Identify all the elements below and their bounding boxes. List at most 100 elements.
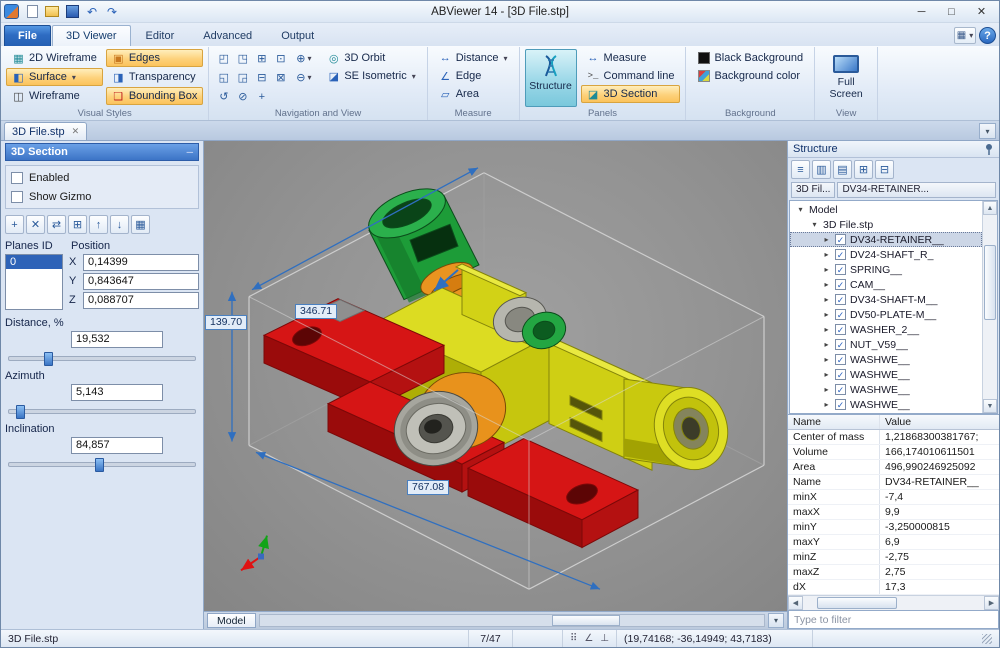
layout-menu-button[interactable]: ▦ ▾ (954, 27, 976, 44)
zoom-in-button[interactable]: ⊕▾ (290, 50, 317, 68)
scroll-right-icon[interactable]: ▶ (984, 596, 999, 610)
visibility-checkbox[interactable] (835, 354, 846, 365)
filter-input[interactable] (788, 610, 999, 629)
3d-orbit-button[interactable]: ◎ 3D Orbit (321, 49, 421, 67)
pan-left-icon[interactable]: ◱ (214, 69, 233, 87)
tree-root-row[interactable]: Model (790, 202, 982, 217)
azimuth-slider[interactable] (8, 409, 196, 414)
layout-expander-icon[interactable]: ▾ (768, 613, 784, 628)
value-column-header[interactable]: Value (880, 415, 999, 429)
property-row[interactable]: minY -3,250000815 (788, 520, 999, 535)
chevron-right-icon[interactable] (822, 265, 831, 274)
ribbon-tab[interactable]: Advanced (189, 25, 266, 46)
property-row[interactable]: maxY 6,9 (788, 535, 999, 550)
property-row[interactable]: Volume 166,174010611501 (788, 445, 999, 460)
visibility-checkbox[interactable] (835, 369, 846, 380)
property-row[interactable]: Area 496,990246925092 (788, 460, 999, 475)
pan-right-icon[interactable]: ◲ (233, 69, 252, 87)
flip-plane-icon[interactable]: ⇄ (47, 215, 66, 234)
resize-grip[interactable] (982, 634, 992, 644)
plane-grid-icon[interactable]: ▦ (131, 215, 150, 234)
zoom-extents-icon[interactable]: ⊡ (271, 50, 290, 68)
pin-icon[interactable] (984, 143, 994, 156)
chevron-right-icon[interactable] (822, 370, 831, 379)
expand-all-icon[interactable]: ⊞ (854, 160, 873, 179)
ribbon-tab[interactable]: Output (267, 25, 328, 46)
chevron-right-icon[interactable] (822, 340, 831, 349)
visibility-checkbox[interactable] (835, 324, 846, 335)
model-tab[interactable]: Model (207, 613, 256, 628)
zoom-window-icon[interactable]: ⊞ (252, 50, 271, 68)
measure-area-button[interactable]: ▱ Area (433, 85, 514, 103)
distance-input[interactable]: 19,532 (71, 331, 163, 348)
chevron-right-icon[interactable] (822, 280, 831, 289)
chevron-down-icon[interactable] (810, 220, 819, 229)
planes-list[interactable]: 0 (5, 254, 63, 310)
scroll-left-icon[interactable]: ◀ (788, 596, 803, 610)
visibility-checkbox[interactable] (835, 264, 846, 275)
3d-section-button[interactable]: ◪ 3D Section (581, 85, 681, 103)
show-gizmo-checkbox[interactable] (11, 191, 23, 203)
slider-thumb[interactable] (16, 405, 25, 419)
slider-thumb[interactable] (95, 458, 104, 472)
ribbon-tab[interactable]: File (4, 25, 51, 46)
minimize-button[interactable]: ─ (907, 3, 936, 21)
property-row[interactable]: minZ -2,75 (788, 550, 999, 565)
tree-item[interactable]: WASHWE__ (790, 382, 982, 397)
scrollbar-thumb[interactable] (984, 245, 996, 320)
wireframe-button[interactable]: ◫ Wireframe (6, 87, 103, 105)
x-position-input[interactable]: 0,14399 (83, 254, 199, 271)
properties-scrollbar[interactable]: ◀ ▶ (788, 595, 999, 610)
tree-item[interactable]: DV34-SHAFT-M__ (790, 292, 982, 307)
measure-edge-button[interactable]: ∠ Edge (433, 67, 514, 85)
y-position-input[interactable]: 0,843647 (83, 273, 199, 290)
command-line-button[interactable]: >_ Command line (581, 67, 681, 85)
refresh-view-icon[interactable]: ↺ (214, 88, 233, 106)
move-up-icon[interactable]: ↑ (89, 215, 108, 234)
tree-item[interactable]: SPRING__ (790, 262, 982, 277)
property-row[interactable]: maxX 9,9 (788, 505, 999, 520)
scrollbar-thumb[interactable] (817, 597, 897, 609)
measure-distance-button[interactable]: ↔ Distance ▾ (433, 49, 514, 67)
tree-item[interactable]: WASHER_2__ (790, 322, 982, 337)
panel-collapse-icon[interactable]: ─ (187, 147, 193, 157)
layout-scrollbar[interactable] (259, 614, 765, 627)
document-tab[interactable]: 3D File.stp ✕ (4, 122, 87, 140)
ribbon-tab[interactable]: 3D Viewer (52, 25, 131, 46)
breadcrumb-current[interactable]: DV34-RETAINER... (837, 182, 996, 198)
move-down-icon[interactable]: ↓ (110, 215, 129, 234)
tree-item[interactable]: CAM__ (790, 277, 982, 292)
azimuth-input[interactable]: 5,143 (71, 384, 163, 401)
z-position-input[interactable]: 0,088707 (83, 292, 199, 309)
zoom-all-icon[interactable]: ⊠ (271, 69, 290, 87)
inclination-slider[interactable] (8, 462, 196, 467)
tab-close-icon[interactable]: ✕ (72, 126, 80, 137)
chevron-right-icon[interactable] (822, 250, 831, 259)
disable-clip-icon[interactable]: ⊘ (233, 88, 252, 106)
chevron-right-icon[interactable] (822, 400, 831, 409)
show-gizmo-checkbox-row[interactable]: Show Gizmo (11, 189, 193, 204)
surface-button[interactable]: ◧ Surface ▾ (6, 68, 103, 86)
plane-list-item[interactable]: 0 (6, 255, 62, 269)
tree-item[interactable]: DV24-SHAFT_R_ (790, 247, 982, 262)
background-color-button[interactable]: Background color (691, 67, 809, 85)
chevron-right-icon[interactable] (822, 295, 831, 304)
scrollbar-thumb[interactable] (552, 615, 620, 626)
visibility-checkbox[interactable] (835, 339, 846, 350)
bounding-box-button[interactable]: ❑ Bounding Box (106, 87, 204, 105)
tree-item[interactable]: WASHER (790, 412, 982, 413)
redo-icon[interactable]: ↷ (103, 3, 121, 21)
chevron-down-icon[interactable] (796, 205, 805, 214)
tree-item[interactable]: NUT_V59__ (790, 337, 982, 352)
hand-pan-icon[interactable]: + (252, 88, 271, 106)
tree-item[interactable]: WASHWE__ (790, 397, 982, 412)
align-plane-icon[interactable]: ⊞ (68, 215, 87, 234)
tree-item[interactable]: WASHWE__ (790, 367, 982, 382)
delete-plane-icon[interactable]: ✕ (26, 215, 45, 234)
visibility-checkbox[interactable] (835, 309, 846, 320)
help-button[interactable]: ? (979, 27, 996, 44)
name-column-header[interactable]: Name (788, 415, 880, 429)
visibility-checkbox[interactable] (835, 249, 846, 260)
rotate-view-icon[interactable]: ◳ (233, 50, 252, 68)
enabled-checkbox-row[interactable]: Enabled (11, 170, 193, 185)
